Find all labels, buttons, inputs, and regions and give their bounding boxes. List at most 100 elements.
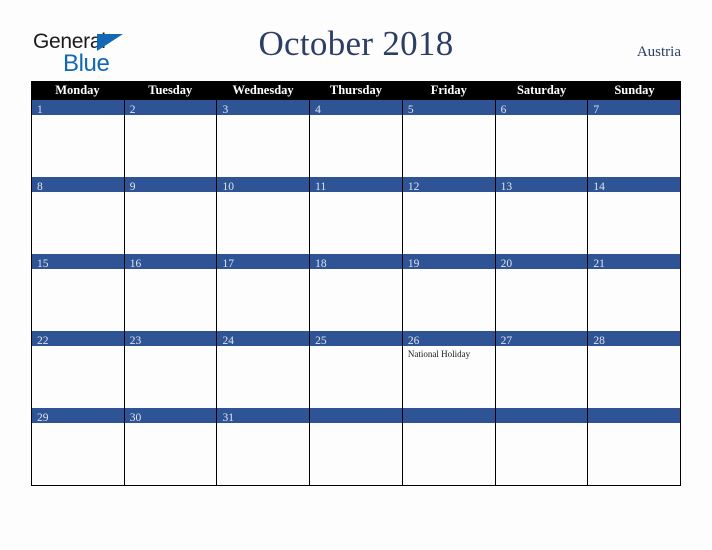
day-cell[interactable]: 28 [588, 331, 682, 408]
day-number-band [310, 408, 402, 423]
day-cell[interactable]: 9 [124, 177, 218, 254]
day-cell[interactable]: 4 [310, 100, 403, 177]
day-cell[interactable]: 20 [495, 254, 589, 331]
calendar-week-row: 29 30 31 [31, 408, 682, 486]
day-number-band: 10 [217, 177, 310, 193]
weekday-header-friday: Friday [430, 83, 467, 97]
day-number-band: 29 [32, 408, 124, 424]
day-cell[interactable]: 10 [217, 177, 311, 254]
weekday-header-wednesday: Wednesday [232, 83, 294, 97]
day-number [310, 412, 315, 424]
calendar-week-row: 15 16 17 18 19 20 21 [31, 254, 682, 331]
day-number-band: 7 [588, 100, 681, 116]
day-number [588, 412, 593, 424]
day-number: 13 [500, 181, 513, 193]
day-events [32, 192, 124, 195]
day-number-band: 11 [310, 177, 402, 193]
day-number-band: 2 [124, 100, 217, 116]
day-cell[interactable] [402, 408, 496, 485]
day-number-band: 13 [495, 177, 588, 193]
day-cell[interactable]: 24 [217, 331, 311, 408]
day-number-band: 27 [495, 331, 588, 347]
day-number: 9 [129, 181, 136, 193]
day-cell[interactable]: 22 [32, 331, 125, 408]
day-cell[interactable]: 23 [124, 331, 218, 408]
day-number: 12 [407, 181, 420, 193]
weekday-header-thursday: Thursday [329, 83, 382, 97]
day-number-band: 14 [588, 177, 681, 193]
day-cell[interactable] [495, 408, 589, 485]
day-cell[interactable]: 14 [588, 177, 682, 254]
day-number-band: 18 [310, 254, 402, 270]
day-cell[interactable] [310, 408, 403, 485]
day-cell[interactable]: 17 [217, 254, 311, 331]
day-number [496, 412, 501, 424]
day-cell[interactable]: 29 [32, 408, 125, 485]
day-cell[interactable]: 11 [310, 177, 403, 254]
day-number-band: 24 [217, 331, 310, 347]
day-number: 7 [593, 104, 600, 116]
day-number: 26 [407, 335, 420, 347]
day-cell[interactable]: 16 [124, 254, 218, 331]
day-events [310, 115, 402, 118]
day-number: 21 [593, 258, 605, 270]
calendar-page: General Blue October 2018 Austria Monday… [0, 0, 712, 550]
day-number-band: 21 [588, 254, 681, 270]
day-events [588, 423, 680, 426]
day-number: 30 [129, 412, 142, 424]
day-number-band: 22 [32, 331, 124, 347]
day-cell[interactable]: 12 [402, 177, 496, 254]
day-number: 19 [407, 258, 420, 270]
day-events [32, 115, 124, 118]
day-cell[interactable]: 8 [32, 177, 125, 254]
day-cell[interactable]: 2 [124, 100, 218, 177]
day-number: 25 [315, 335, 327, 347]
day-number: 17 [222, 258, 234, 270]
day-number: 10 [222, 181, 234, 193]
day-number-band: 8 [32, 177, 124, 193]
day-events [310, 423, 402, 426]
day-events [403, 115, 495, 118]
day-cell[interactable]: 21 [588, 254, 682, 331]
day-cell[interactable]: 26 National Holiday [402, 331, 496, 408]
day-number-band: 30 [124, 408, 217, 424]
day-cell[interactable]: 6 [495, 100, 589, 177]
day-number-band: 3 [217, 100, 310, 116]
day-cell[interactable]: 15 [32, 254, 125, 331]
day-number: 3 [222, 104, 229, 116]
day-cell[interactable]: 1 [32, 100, 125, 177]
day-cell[interactable] [588, 408, 682, 485]
day-cell[interactable]: 18 [310, 254, 403, 331]
day-cell[interactable]: 19 [402, 254, 496, 331]
region-label: Austria [636, 44, 681, 60]
day-number-band [588, 408, 681, 424]
day-cell[interactable]: 13 [495, 177, 589, 254]
calendar-week-row: 8 9 10 11 12 13 14 [31, 177, 682, 254]
day-cell[interactable]: 25 [310, 331, 403, 408]
day-events [496, 115, 588, 118]
day-cell[interactable]: 31 [217, 408, 311, 485]
day-number: 14 [593, 181, 605, 193]
page-header: General Blue October 2018 Austria [0, 0, 712, 82]
day-number: 5 [407, 104, 414, 116]
day-number-band: 20 [495, 254, 588, 270]
weekday-header-monday: Monday [55, 83, 100, 97]
day-events [125, 192, 217, 195]
day-number: 4 [315, 104, 321, 116]
day-number-band: 6 [495, 100, 588, 116]
day-number-band: 9 [124, 177, 217, 193]
day-number-band: 5 [402, 100, 495, 116]
day-events: National Holiday [403, 346, 495, 360]
day-cell[interactable]: 30 [124, 408, 218, 485]
day-cell[interactable]: 5 [402, 100, 496, 177]
day-number: 31 [222, 412, 234, 424]
day-number: 28 [593, 335, 605, 347]
day-cell[interactable]: 7 [588, 100, 682, 177]
calendar-grid: Monday Tuesday Wednesday Thursday Friday… [31, 81, 682, 486]
day-cell[interactable]: 3 [217, 100, 311, 177]
day-cell[interactable]: 27 [495, 331, 589, 408]
day-number: 24 [222, 335, 234, 347]
day-number-band: 1 [32, 100, 124, 116]
weekday-header-tuesday: Tuesday [148, 83, 193, 97]
day-number: 16 [129, 258, 142, 270]
